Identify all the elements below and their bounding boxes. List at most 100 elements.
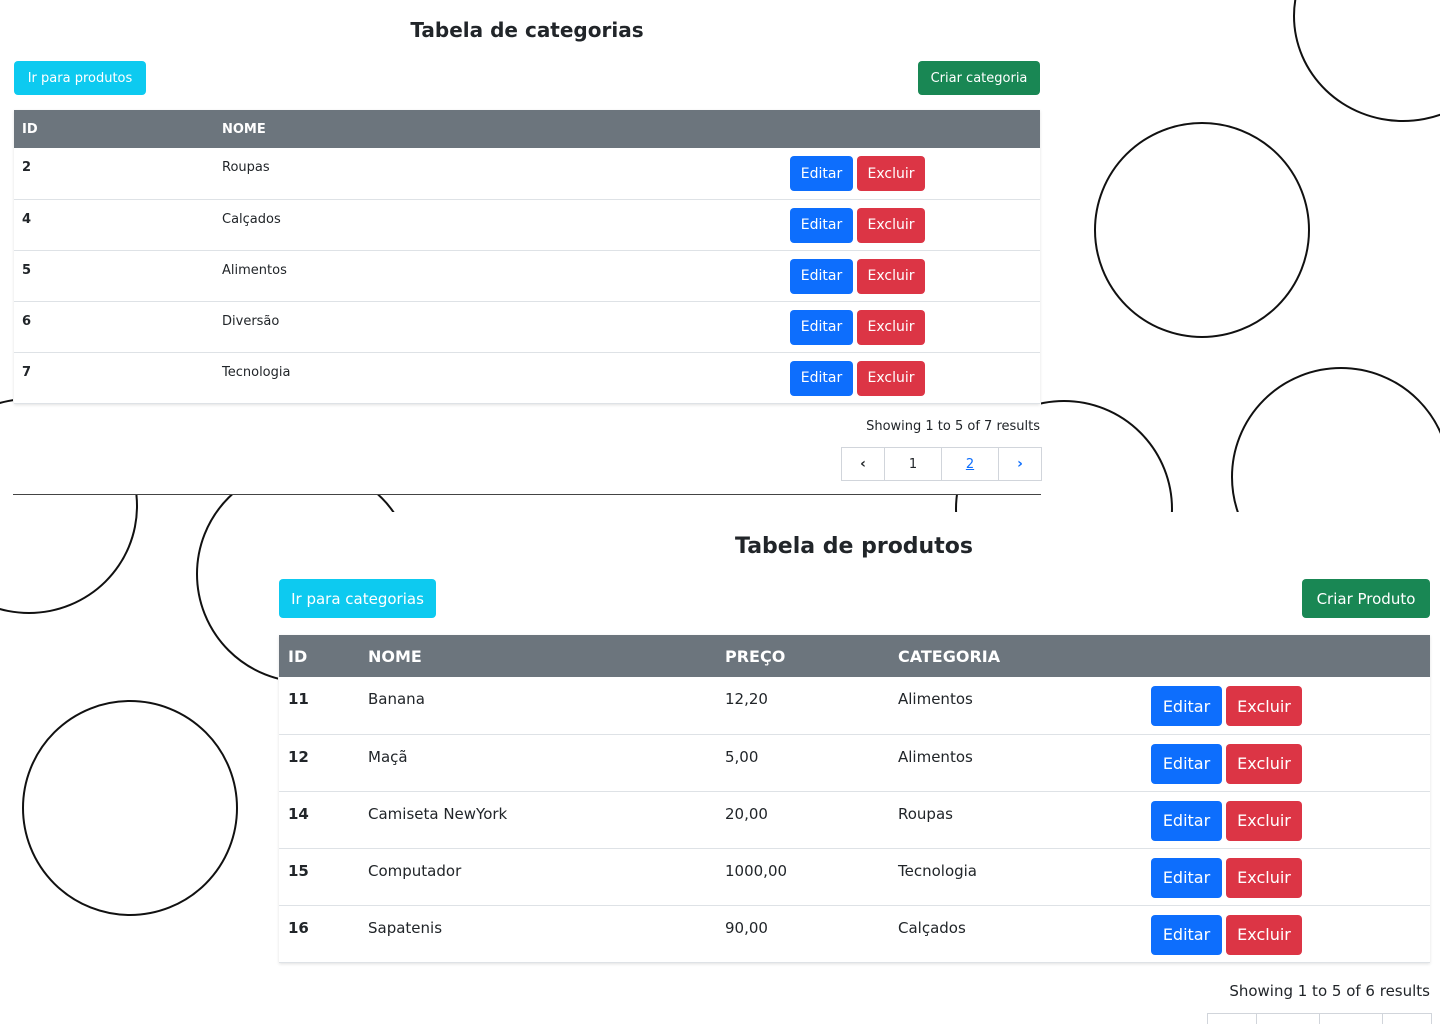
cell-preco: 90,00 [716, 905, 889, 963]
cell-actions: Editar Excluir [781, 352, 1040, 404]
edit-button[interactable]: Editar [790, 207, 853, 243]
previous-page-icon[interactable]: ‹ [841, 447, 885, 481]
delete-button[interactable]: Excluir [1226, 857, 1302, 898]
categories-title: Tabela de categorias [410, 18, 644, 42]
create-category-button[interactable]: Criar categoria [918, 61, 1040, 95]
cell-preco: 20,00 [716, 791, 889, 849]
page-link[interactable] [1319, 1013, 1383, 1024]
delete-button[interactable]: Excluir [857, 258, 925, 294]
delete-button[interactable]: Excluir [857, 207, 925, 243]
column-header-categoria: CATEGORIA [889, 635, 1141, 677]
edit-button[interactable]: Editar [1151, 800, 1222, 841]
screen: Tabela de categorias Ir para produtos Cr… [0, 0, 1440, 1024]
pagination: ‹ 1 2 › [841, 447, 1042, 481]
page-current [1256, 1013, 1320, 1024]
cell-nome: Roupas [214, 148, 781, 200]
table-header-row: ID NOME PREÇO CATEGORIA [279, 635, 1430, 677]
cell-categoria: Calçados [889, 905, 1141, 963]
cell-nome: Sapatenis [359, 905, 716, 963]
cell-id: 2 [14, 148, 214, 200]
page-1-current: 1 [884, 447, 942, 481]
next-page-icon[interactable]: › [998, 447, 1042, 481]
cell-id: 6 [14, 301, 214, 353]
delete-button[interactable]: Excluir [1226, 686, 1302, 726]
delete-button[interactable]: Excluir [1226, 800, 1302, 841]
products-panel: Tabela de produtos Ir para categorias Cr… [278, 512, 1440, 1024]
products-title: Tabela de produtos [735, 534, 973, 559]
cell-nome: Camiseta NewYork [359, 791, 716, 849]
cell-nome: Alimentos [214, 250, 781, 302]
products-table: ID NOME PREÇO CATEGORIA 11 Banana 12,20 … [279, 635, 1430, 963]
cell-id: 15 [279, 848, 359, 906]
cell-actions: Editar Excluir [1141, 791, 1430, 849]
go-to-products-button[interactable]: Ir para produtos [14, 61, 146, 95]
cell-nome: Maçã [359, 734, 716, 792]
cell-categoria: Alimentos [889, 734, 1141, 792]
cell-id: 16 [279, 905, 359, 963]
table-row: 7 Tecnologia Editar Excluir [14, 352, 1040, 404]
results-summary: Showing 1 to 5 of 7 results [866, 419, 1040, 434]
go-to-categories-button[interactable]: Ir para categorias [279, 579, 436, 618]
cell-preco: 1000,00 [716, 848, 889, 906]
cell-nome: Calçados [214, 199, 781, 251]
table-row: 4 Calçados Editar Excluir [14, 199, 1040, 251]
pagination [1207, 1013, 1432, 1024]
cell-nome: Tecnologia [214, 352, 781, 404]
decorative-circle [1094, 122, 1310, 338]
column-header-actions [1141, 635, 1430, 677]
edit-button[interactable]: Editar [790, 360, 853, 396]
column-header-id: ID [14, 110, 214, 148]
edit-button[interactable]: Editar [790, 309, 853, 345]
cell-id: 14 [279, 791, 359, 849]
cell-id: 4 [14, 199, 214, 251]
cell-categoria: Tecnologia [889, 848, 1141, 906]
table-row: 6 Diversão Editar Excluir [14, 301, 1040, 353]
previous-page-icon[interactable] [1207, 1013, 1257, 1024]
column-header-nome: NOME [359, 635, 716, 677]
table-row: 12 Maçã 5,00 Alimentos Editar Excluir [279, 734, 1430, 792]
edit-button[interactable]: Editar [1151, 743, 1222, 784]
cell-nome: Banana [359, 677, 716, 735]
cell-actions: Editar Excluir [1141, 905, 1430, 963]
cell-nome: Computador [359, 848, 716, 906]
create-product-button[interactable]: Criar Produto [1302, 579, 1430, 618]
cell-actions: Editar Excluir [1141, 848, 1430, 906]
edit-button[interactable]: Editar [1151, 914, 1222, 955]
delete-button[interactable]: Excluir [1226, 914, 1302, 955]
column-header-preco: PREÇO [716, 635, 889, 677]
column-header-nome: NOME [214, 110, 781, 148]
edit-button[interactable]: Editar [1151, 857, 1222, 898]
cell-actions: Editar Excluir [1141, 734, 1430, 792]
table-row: 14 Camiseta NewYork 20,00 Roupas Editar E… [279, 791, 1430, 849]
categories-panel: Tabela de categorias Ir para produtos Cr… [13, 0, 1042, 495]
edit-button[interactable]: Editar [790, 258, 853, 294]
table-header-row: ID NOME [14, 110, 1040, 148]
table-row: 2 Roupas Editar Excluir [14, 148, 1040, 200]
cell-id: 12 [279, 734, 359, 792]
table-row: 15 Computador 1000,00 Tecnologia Editar E… [279, 848, 1430, 906]
next-page-icon[interactable] [1382, 1013, 1432, 1024]
table-row: 5 Alimentos Editar Excluir [14, 250, 1040, 302]
cell-id: 11 [279, 677, 359, 735]
cell-id: 7 [14, 352, 214, 404]
cell-nome: Diversão [214, 301, 781, 353]
cell-actions: Editar Excluir [781, 148, 1040, 200]
delete-button[interactable]: Excluir [857, 156, 925, 191]
page-2-link[interactable]: 2 [941, 447, 999, 481]
delete-button[interactable]: Excluir [1226, 743, 1302, 784]
cell-actions: Editar Excluir [781, 199, 1040, 251]
decorative-circle [1293, 0, 1440, 122]
delete-button[interactable]: Excluir [857, 309, 925, 345]
cell-categoria: Roupas [889, 791, 1141, 849]
column-header-id: ID [279, 635, 359, 677]
table-row: 11 Banana 12,20 Alimentos Editar Excluir [279, 677, 1430, 735]
column-header-actions [781, 110, 1040, 148]
cell-actions: Editar Excluir [1141, 677, 1430, 735]
cell-categoria: Alimentos [889, 677, 1141, 735]
table-row: 16 Sapatenis 90,00 Calçados Editar Exclui… [279, 905, 1430, 963]
delete-button[interactable]: Excluir [857, 360, 925, 396]
cell-preco: 12,20 [716, 677, 889, 735]
edit-button[interactable]: Editar [1151, 686, 1222, 726]
edit-button[interactable]: Editar [790, 156, 853, 191]
cell-id: 5 [14, 250, 214, 302]
